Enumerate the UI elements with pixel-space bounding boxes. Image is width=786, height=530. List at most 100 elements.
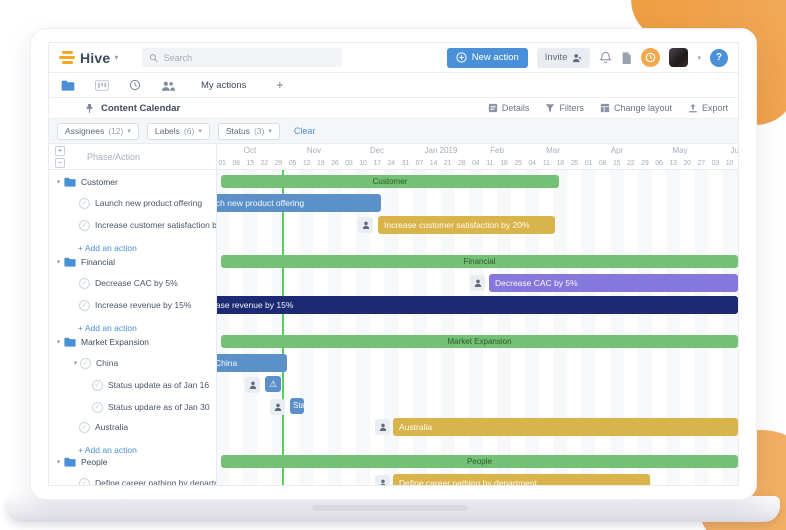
status-filter[interactable]: Status (3) ▾ xyxy=(217,122,280,140)
phase-row-financial[interactable]: ▾ Financial xyxy=(49,252,216,272)
kanban-board-icon[interactable] xyxy=(95,79,109,91)
chevron-down-icon[interactable]: ▾ xyxy=(71,359,80,367)
phase-row-customer[interactable]: ▾ Customer xyxy=(49,172,216,192)
chevron-down-icon[interactable]: ▾ xyxy=(54,338,63,346)
action-row[interactable]: ✓ Australia xyxy=(49,417,216,437)
team-icon[interactable] xyxy=(161,80,175,91)
month-label: Jun xyxy=(730,146,738,155)
filters-button[interactable]: Filters xyxy=(545,103,584,113)
add-tab-button[interactable]: + xyxy=(276,78,283,92)
details-button[interactable]: Details xyxy=(488,103,529,113)
action-bar-status16[interactable]: ⚠ xyxy=(265,376,281,392)
action-bar-revenue[interactable]: Increase revenue by 15% xyxy=(217,296,738,314)
expand-all-button[interactable]: + xyxy=(55,145,65,156)
phase-bar-market-expansion[interactable]: Market Expansion xyxy=(221,335,738,348)
date-tick: 10 xyxy=(359,160,367,167)
layout-grid-icon xyxy=(600,103,610,113)
check-circle-icon[interactable]: ✓ xyxy=(79,299,90,311)
phase-bar-financial[interactable]: Financial xyxy=(221,255,738,268)
search-box[interactable] xyxy=(142,48,343,67)
phase-bar-customer[interactable]: Customer xyxy=(221,175,559,188)
search-input[interactable] xyxy=(163,52,336,63)
date-tick: 06 xyxy=(655,160,663,167)
check-circle-icon[interactable]: ✓ xyxy=(79,197,90,209)
today-marker-line xyxy=(282,170,284,485)
change-layout-button[interactable]: Change layout xyxy=(600,103,672,113)
gantt-timeline: Customer Launch new product offering Inc… xyxy=(217,170,738,485)
action-bar-status30[interactable]: Status updare as of Jan 30 xyxy=(290,398,304,414)
assignee-chip[interactable] xyxy=(270,399,285,415)
subaction-row[interactable]: ✓ Status updare as of Jan 30 xyxy=(49,397,216,417)
laptop-notch xyxy=(312,505,468,511)
gantt-header: + − Phase/Action Oct Nov Dec Jan 2019 Fe… xyxy=(49,144,738,170)
date-tick: 25 xyxy=(570,160,579,167)
chevron-down-icon[interactable]: ▾ xyxy=(54,258,63,266)
export-button[interactable]: Export xyxy=(688,103,728,113)
action-row[interactable]: ✓ Decrease CAC by 5% xyxy=(49,273,216,293)
person-icon xyxy=(379,479,386,485)
action-row-parent[interactable]: ▾ ✓ China xyxy=(49,353,216,373)
avatar-chevron-icon[interactable]: ▾ xyxy=(697,54,701,62)
phase-row-people[interactable]: ▾ People xyxy=(49,452,216,472)
new-action-button[interactable]: New action xyxy=(446,47,528,68)
workspace-chevron-icon[interactable]: ▾ xyxy=(114,53,118,62)
tab-my-actions[interactable]: My actions xyxy=(201,80,246,91)
notes-document-icon[interactable] xyxy=(621,51,632,64)
projects-folder-icon[interactable] xyxy=(61,80,75,91)
phase-bar-people[interactable]: People xyxy=(221,455,738,468)
check-circle-icon[interactable]: ✓ xyxy=(80,357,91,369)
date-tick: 04 xyxy=(472,160,480,167)
date-tick: 08 xyxy=(232,160,240,167)
month-label: Oct xyxy=(243,146,257,155)
pin-icon[interactable] xyxy=(85,103,94,114)
date-tick: 31 xyxy=(401,160,410,167)
action-bar-career[interactable]: Define career pathing by department xyxy=(393,474,650,485)
hive-logo[interactable]: Hive ▾ xyxy=(59,50,118,66)
assignee-chip[interactable] xyxy=(375,475,390,485)
action-row[interactable]: ✓ Increase revenue by 15% xyxy=(49,295,216,315)
action-bar-cac[interactable]: Decrease CAC by 5% xyxy=(489,274,738,292)
check-circle-icon[interactable]: ✓ xyxy=(79,219,90,231)
chevron-down-icon[interactable]: ▾ xyxy=(54,458,63,466)
date-tick: 24 xyxy=(387,160,395,167)
project-title: Content Calendar xyxy=(101,102,181,114)
gantt-view: + − Phase/Action Oct Nov Dec Jan 2019 Fe… xyxy=(49,144,738,485)
assignee-chip[interactable] xyxy=(470,275,485,291)
action-row[interactable]: ✓ Increase customer satisfaction by 20% xyxy=(49,215,216,235)
gantt-body: ▾ Customer ✓ Launch new product offering… xyxy=(49,170,738,485)
page: Hive ▾ New action Invite xyxy=(0,0,786,530)
month-label: Dec xyxy=(369,146,385,155)
action-row[interactable]: ✓ Launch new product offering xyxy=(49,193,216,213)
assignee-chip[interactable] xyxy=(375,419,390,435)
check-circle-icon[interactable]: ✓ xyxy=(92,401,103,413)
action-bar-launch[interactable]: Launch new product offering xyxy=(217,194,381,212)
time-tracking-icon[interactable] xyxy=(641,48,661,67)
assignee-chip[interactable] xyxy=(245,377,260,393)
view-actions: Details Filters Change layout Export xyxy=(488,103,728,113)
date-ticks: 01 08 15 22 29 05 12 19 26 03 10 17 24 31 07 14 21 28 04 11… xyxy=(217,160,736,167)
action-bar-australia[interactable]: Australia xyxy=(393,418,738,436)
notifications-bell-icon[interactable] xyxy=(599,51,613,64)
check-circle-icon[interactable]: ✓ xyxy=(79,477,90,485)
action-row[interactable]: ✓ Define career pathing by department xyxy=(49,473,216,485)
date-tick: 25 xyxy=(514,160,522,167)
phase-row-market-expansion[interactable]: ▾ Market Expansion xyxy=(49,332,216,352)
hive-logo-icon xyxy=(59,51,75,64)
assignees-filter[interactable]: Assignees (12) ▾ xyxy=(57,122,139,140)
action-bar-satisfaction[interactable]: Increase customer satisfaction by 20% xyxy=(378,216,555,234)
user-avatar[interactable] xyxy=(669,48,689,67)
date-tick: 03 xyxy=(711,160,720,167)
check-circle-icon[interactable]: ✓ xyxy=(79,421,90,433)
invite-button[interactable]: Invite xyxy=(536,47,591,68)
subaction-row[interactable]: ✓ Status update as of Jan 16 xyxy=(49,375,216,395)
clear-filters-link[interactable]: Clear xyxy=(294,126,316,136)
labels-filter[interactable]: Labels (6) ▾ xyxy=(146,122,210,140)
chevron-down-icon[interactable]: ▾ xyxy=(54,178,63,186)
check-circle-icon[interactable]: ✓ xyxy=(92,379,103,391)
help-button[interactable]: ? xyxy=(710,48,728,67)
assignee-chip[interactable] xyxy=(358,217,373,233)
time-clock-icon[interactable] xyxy=(129,79,141,91)
collapse-all-button[interactable]: − xyxy=(55,157,65,168)
check-circle-icon[interactable]: ✓ xyxy=(79,277,90,289)
action-bar-china[interactable]: China xyxy=(217,354,287,372)
